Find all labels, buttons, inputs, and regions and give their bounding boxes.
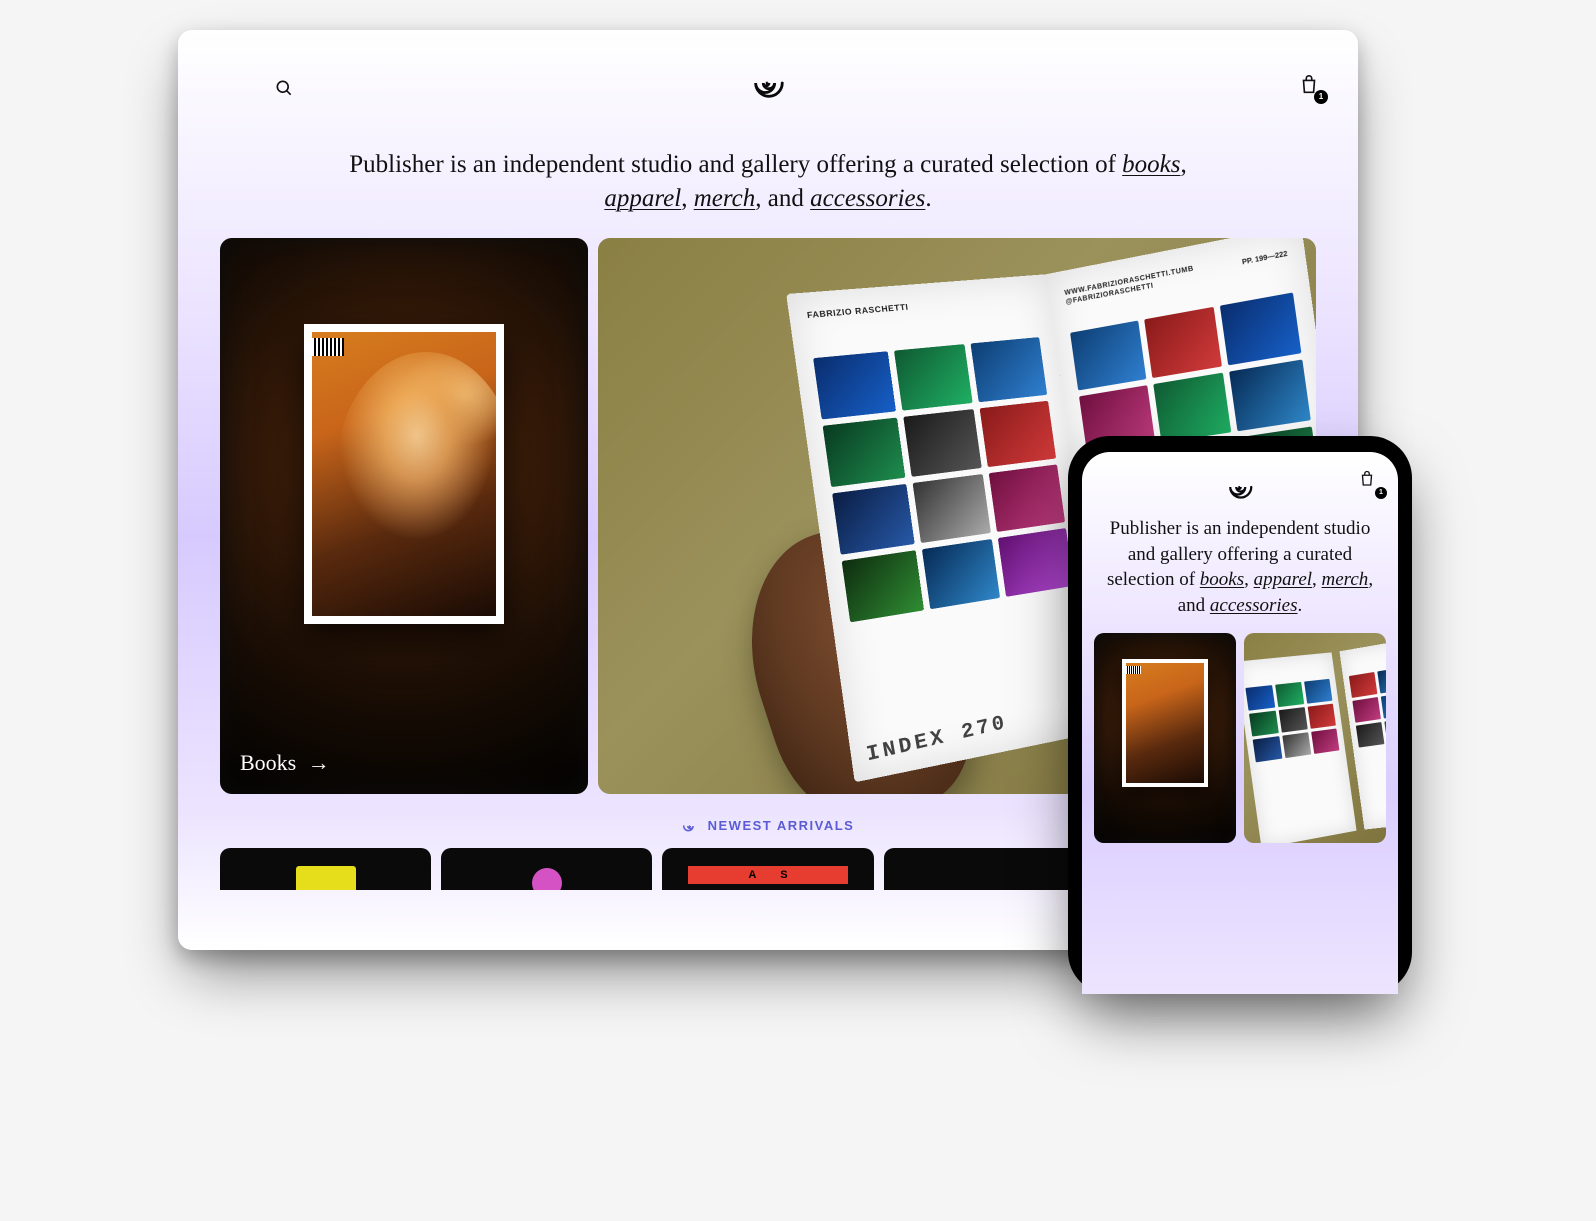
tagline-link-apparel[interactable]: apparel xyxy=(604,185,681,212)
page-web: WWW.FABRIZIORASCHETTI.TUMB @FABRIZIORASC… xyxy=(1064,264,1196,307)
phone-cards: Fact xyxy=(1082,633,1398,843)
tagline-period: . xyxy=(925,185,931,212)
logo-spiral-icon[interactable] xyxy=(749,64,787,102)
tagline-text: Publisher is an independent studio and g… xyxy=(349,151,1122,178)
cart-badge: 1 xyxy=(1375,487,1387,499)
page-author: FABRIZIO RASCHETTI xyxy=(807,303,909,320)
page-thumbs xyxy=(1349,662,1386,747)
phone-header: 1 xyxy=(1082,452,1398,508)
search-icon[interactable] xyxy=(274,78,294,98)
phone-magazine-cover: Fact xyxy=(1122,659,1208,787)
tagline-link-merch[interactable]: merch xyxy=(1322,569,1369,590)
arrival-chip[interactable] xyxy=(884,848,1095,890)
newest-arrivals-label: NEWEST ARRIVALS xyxy=(708,819,855,832)
spiral-small-icon xyxy=(682,818,698,834)
page-thumbs xyxy=(813,337,1074,622)
barcode-icon xyxy=(310,338,344,356)
phone-tagline: Publisher is an independent studio and g… xyxy=(1082,508,1398,633)
page-thumbs xyxy=(1245,678,1339,762)
stage: 1 Publisher is an independent studio and… xyxy=(178,30,1418,990)
barcode-icon xyxy=(1125,666,1141,674)
cart-badge: 1 xyxy=(1314,90,1328,104)
tagline-sep: , xyxy=(1312,569,1322,590)
cover-portrait xyxy=(336,352,504,592)
page-index: INDEX 270 xyxy=(865,713,1009,767)
phone-screen: 1 Publisher is an independent studio and… xyxy=(1082,452,1398,994)
tagline-link-accessories[interactable]: accessories xyxy=(810,185,925,212)
phone-page-left xyxy=(1244,652,1357,843)
tagline-sep: , xyxy=(681,185,694,212)
tagline-sep: , xyxy=(1181,151,1187,178)
card-books-label: Books → xyxy=(240,750,330,776)
logo-spiral-icon[interactable] xyxy=(1225,472,1255,502)
tagline-period: . xyxy=(1298,595,1303,616)
hero-tagline: Publisher is an independent studio and g… xyxy=(308,120,1228,238)
magazine-cover: Fact xyxy=(304,324,504,624)
arrival-chip[interactable] xyxy=(220,848,431,890)
arrival-chip[interactable]: AS xyxy=(662,848,873,890)
tagline-link-accessories[interactable]: accessories xyxy=(1210,595,1298,616)
cart-button[interactable]: 1 xyxy=(1298,74,1322,98)
tagline-link-books[interactable]: books xyxy=(1122,151,1180,178)
cover-brand: Fact xyxy=(1122,709,1126,748)
tagline-link-books[interactable]: books xyxy=(1200,569,1244,590)
tagline-and: , and xyxy=(755,185,810,212)
phone-mock: 1 Publisher is an independent studio and… xyxy=(1068,436,1412,994)
arrow-right-icon: → xyxy=(308,750,330,775)
header: 1 xyxy=(178,30,1358,120)
phone-card-books[interactable]: Fact xyxy=(1094,633,1236,843)
page-pp: PP. 199—222 xyxy=(1242,250,1288,266)
phone-card-magazine[interactable] xyxy=(1244,633,1386,843)
arrival-chip-label: AS xyxy=(688,866,848,884)
cover-brand: Fact xyxy=(304,444,313,534)
tagline-sep: , xyxy=(1244,569,1254,590)
tagline-link-merch[interactable]: merch xyxy=(694,185,756,212)
arrival-chip[interactable] xyxy=(441,848,652,890)
card-books-label-text: Books xyxy=(240,750,296,775)
card-books[interactable]: Fact Books → xyxy=(220,238,588,794)
phone-open-magazine xyxy=(1244,638,1386,843)
tagline-link-apparel[interactable]: apparel xyxy=(1254,569,1312,590)
cart-button[interactable]: 1 xyxy=(1358,470,1382,494)
